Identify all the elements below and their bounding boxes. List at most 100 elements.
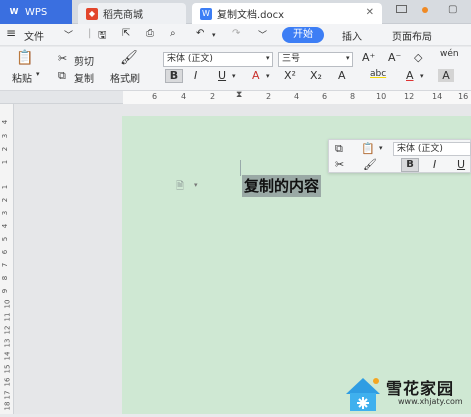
ruler-tick: 1 bbox=[1, 159, 10, 165]
paste-button[interactable]: 粘贴 bbox=[12, 70, 32, 85]
ruler-tick: 7 bbox=[1, 262, 10, 268]
ruler-tick: 2 bbox=[210, 92, 216, 101]
ruler-tick: 8 bbox=[350, 92, 356, 101]
tab-bar: W WPS ◆ 稻壳商城 W 复制文档.docx ✕ ▢ bbox=[0, 0, 471, 24]
font-color-dropdown-icon[interactable]: ▾ bbox=[266, 72, 270, 80]
mini-bold-button[interactable]: B bbox=[401, 158, 419, 172]
underline-dropdown-icon[interactable]: ▾ bbox=[232, 72, 236, 80]
print-icon[interactable]: ⎙ bbox=[146, 28, 154, 39]
ruler-tick: 6 bbox=[152, 92, 158, 101]
ruler-tick: 8 bbox=[1, 275, 10, 281]
ruler-tick: 6 bbox=[322, 92, 328, 101]
margin-corner-mark bbox=[240, 160, 241, 176]
cut-button[interactable]: 剪切 bbox=[74, 53, 94, 68]
font-name-select[interactable]: 宋体 (正文) bbox=[163, 52, 273, 67]
hamburger-menu-icon[interactable]: ≡ bbox=[6, 26, 16, 40]
export-pdf-icon[interactable]: ⇱ bbox=[122, 28, 130, 39]
ruler-tick: 4 bbox=[1, 119, 10, 125]
copy-icon[interactable]: ⧉ bbox=[58, 69, 66, 83]
phonetic-guide-button[interactable]: wén bbox=[440, 49, 459, 59]
paste-icon[interactable]: 📋 bbox=[361, 142, 375, 155]
tab-wps-label: WPS bbox=[25, 6, 48, 18]
ruler-tick: 3 bbox=[1, 133, 10, 139]
mini-italic-button[interactable]: I bbox=[433, 158, 436, 171]
chevron-down-icon[interactable]: ﹀ bbox=[64, 28, 73, 41]
highlight-button[interactable]: abc bbox=[370, 69, 386, 79]
ribbon-home: 📋 粘贴 ▾ ✂ 剪切 ⧉ 复制 🖌 格式刷 宋体 (正文) ▾ 三号 ▾ A⁺… bbox=[0, 47, 471, 91]
undo-icon[interactable]: ↶ bbox=[196, 28, 204, 39]
screen-icon[interactable] bbox=[396, 5, 407, 13]
underline-button[interactable]: U bbox=[218, 69, 226, 82]
font-size-value: 三号 bbox=[282, 54, 301, 64]
ruler-tick: 2 bbox=[1, 197, 10, 203]
format-painter-icon[interactable]: 🖌 bbox=[120, 50, 138, 66]
menu-insert[interactable]: 插入 bbox=[342, 28, 362, 43]
menu-bar: ≡ 文件 ﹀ | 🖫 ⇱ ⎙ ⌕ ↶ ▾ ↷ ﹀ 开始 插入 页面布局 bbox=[0, 24, 471, 46]
font-color-effect-button[interactable]: A bbox=[252, 69, 260, 82]
char-shading-button[interactable]: A bbox=[438, 69, 454, 82]
menu-file[interactable]: 文件 bbox=[24, 28, 44, 43]
ruler-tick: 12 bbox=[3, 325, 12, 335]
ruler-tick: 9 bbox=[1, 288, 10, 294]
ruler-tick: 12 bbox=[404, 92, 415, 101]
mini-font-select[interactable]: 宋体 (正文) bbox=[393, 142, 471, 156]
format-painter-icon[interactable]: 🖌 bbox=[363, 158, 377, 171]
color-dropdown-icon[interactable]: ▾ bbox=[420, 72, 424, 80]
ruler-tick: 14 bbox=[3, 351, 12, 361]
grow-font-button[interactable]: A⁺ bbox=[362, 51, 375, 64]
superscript-button[interactable]: X² bbox=[284, 69, 296, 82]
paste-dropdown-icon[interactable]: ▾ bbox=[36, 70, 40, 78]
indent-marker-icon[interactable]: ⧗ bbox=[236, 90, 242, 100]
scissors-icon[interactable]: ✂ bbox=[58, 52, 67, 65]
font-size-select[interactable]: 三号 bbox=[278, 52, 353, 67]
status-dot-icon bbox=[422, 7, 428, 13]
ruler-tick: 10 bbox=[3, 299, 12, 309]
selected-text[interactable]: 复制的内容 bbox=[242, 175, 322, 197]
window-controls: ▢ bbox=[390, 4, 471, 20]
copy-icon[interactable]: ⧉ bbox=[335, 142, 343, 156]
menu-page-layout[interactable]: 页面布局 bbox=[392, 28, 432, 43]
scissors-icon[interactable]: ✂ bbox=[335, 158, 344, 171]
paste-icon[interactable]: 📋 bbox=[16, 50, 33, 66]
save-icon[interactable]: 🖫 bbox=[98, 28, 107, 45]
size-dropdown-icon[interactable]: ▾ bbox=[346, 54, 350, 62]
more-chevron-icon[interactable]: ﹀ bbox=[258, 28, 267, 41]
snowflake-house-icon bbox=[346, 378, 380, 411]
tab-document[interactable]: W 复制文档.docx ✕ bbox=[192, 3, 382, 24]
undo-dropdown-icon[interactable]: ▾ bbox=[212, 31, 216, 39]
wps-logo-icon: W bbox=[9, 7, 19, 16]
menu-start[interactable]: 开始 bbox=[282, 27, 324, 43]
ruler-tick: 5 bbox=[1, 236, 10, 242]
ruler-tick: 2 bbox=[1, 146, 10, 152]
mini-underline-button[interactable]: U bbox=[457, 158, 465, 171]
shrink-font-button[interactable]: A⁻ bbox=[388, 51, 401, 64]
tab-docer-shop[interactable]: ◆ 稻壳商城 bbox=[78, 3, 186, 24]
print-preview-icon[interactable]: ⌕ bbox=[170, 28, 176, 39]
ruler-tick: 4 bbox=[294, 92, 300, 101]
italic-button[interactable]: I bbox=[194, 69, 197, 82]
bold-button[interactable]: B bbox=[165, 69, 183, 83]
tab-wps[interactable]: W WPS bbox=[0, 0, 72, 24]
clear-format-button[interactable]: ◇ bbox=[414, 51, 422, 64]
paste-dropdown-icon[interactable]: ▾ bbox=[379, 144, 383, 152]
ruler-tick: 1 bbox=[1, 184, 10, 190]
ruler-tick: 3 bbox=[1, 210, 10, 216]
font-dropdown-icon[interactable]: ▾ bbox=[266, 54, 270, 62]
ruler-tick: 14 bbox=[432, 92, 443, 101]
separator: | bbox=[88, 28, 92, 39]
horizontal-ruler[interactable]: 6 4 2 ⧗ 2 4 6 8 10 12 14 16 bbox=[0, 90, 471, 104]
paragraph-handle-icon[interactable]: 🗎 bbox=[176, 179, 184, 196]
close-tab-icon[interactable]: ✕ bbox=[366, 7, 374, 18]
redo-icon[interactable]: ↷ bbox=[232, 28, 240, 39]
font-color-button[interactable]: A bbox=[406, 69, 414, 82]
watermark-title: 雪花家园 bbox=[386, 379, 455, 398]
copy-button[interactable]: 复制 bbox=[74, 70, 94, 85]
restore-icon[interactable]: ▢ bbox=[448, 4, 457, 15]
format-painter-button[interactable]: 格式刷 bbox=[110, 70, 140, 85]
subscript-button[interactable]: X₂ bbox=[310, 69, 322, 82]
ruler-tick: 4 bbox=[1, 223, 10, 229]
vertical-ruler[interactable]: 4 3 2 1 1 2 3 4 5 6 7 8 9 10 11 12 13 14… bbox=[0, 104, 14, 414]
text-effect-button[interactable]: A bbox=[338, 69, 346, 82]
ruler-tick: 18 bbox=[3, 401, 12, 411]
paragraph-handle-dropdown-icon[interactable]: ▾ bbox=[194, 181, 198, 189]
